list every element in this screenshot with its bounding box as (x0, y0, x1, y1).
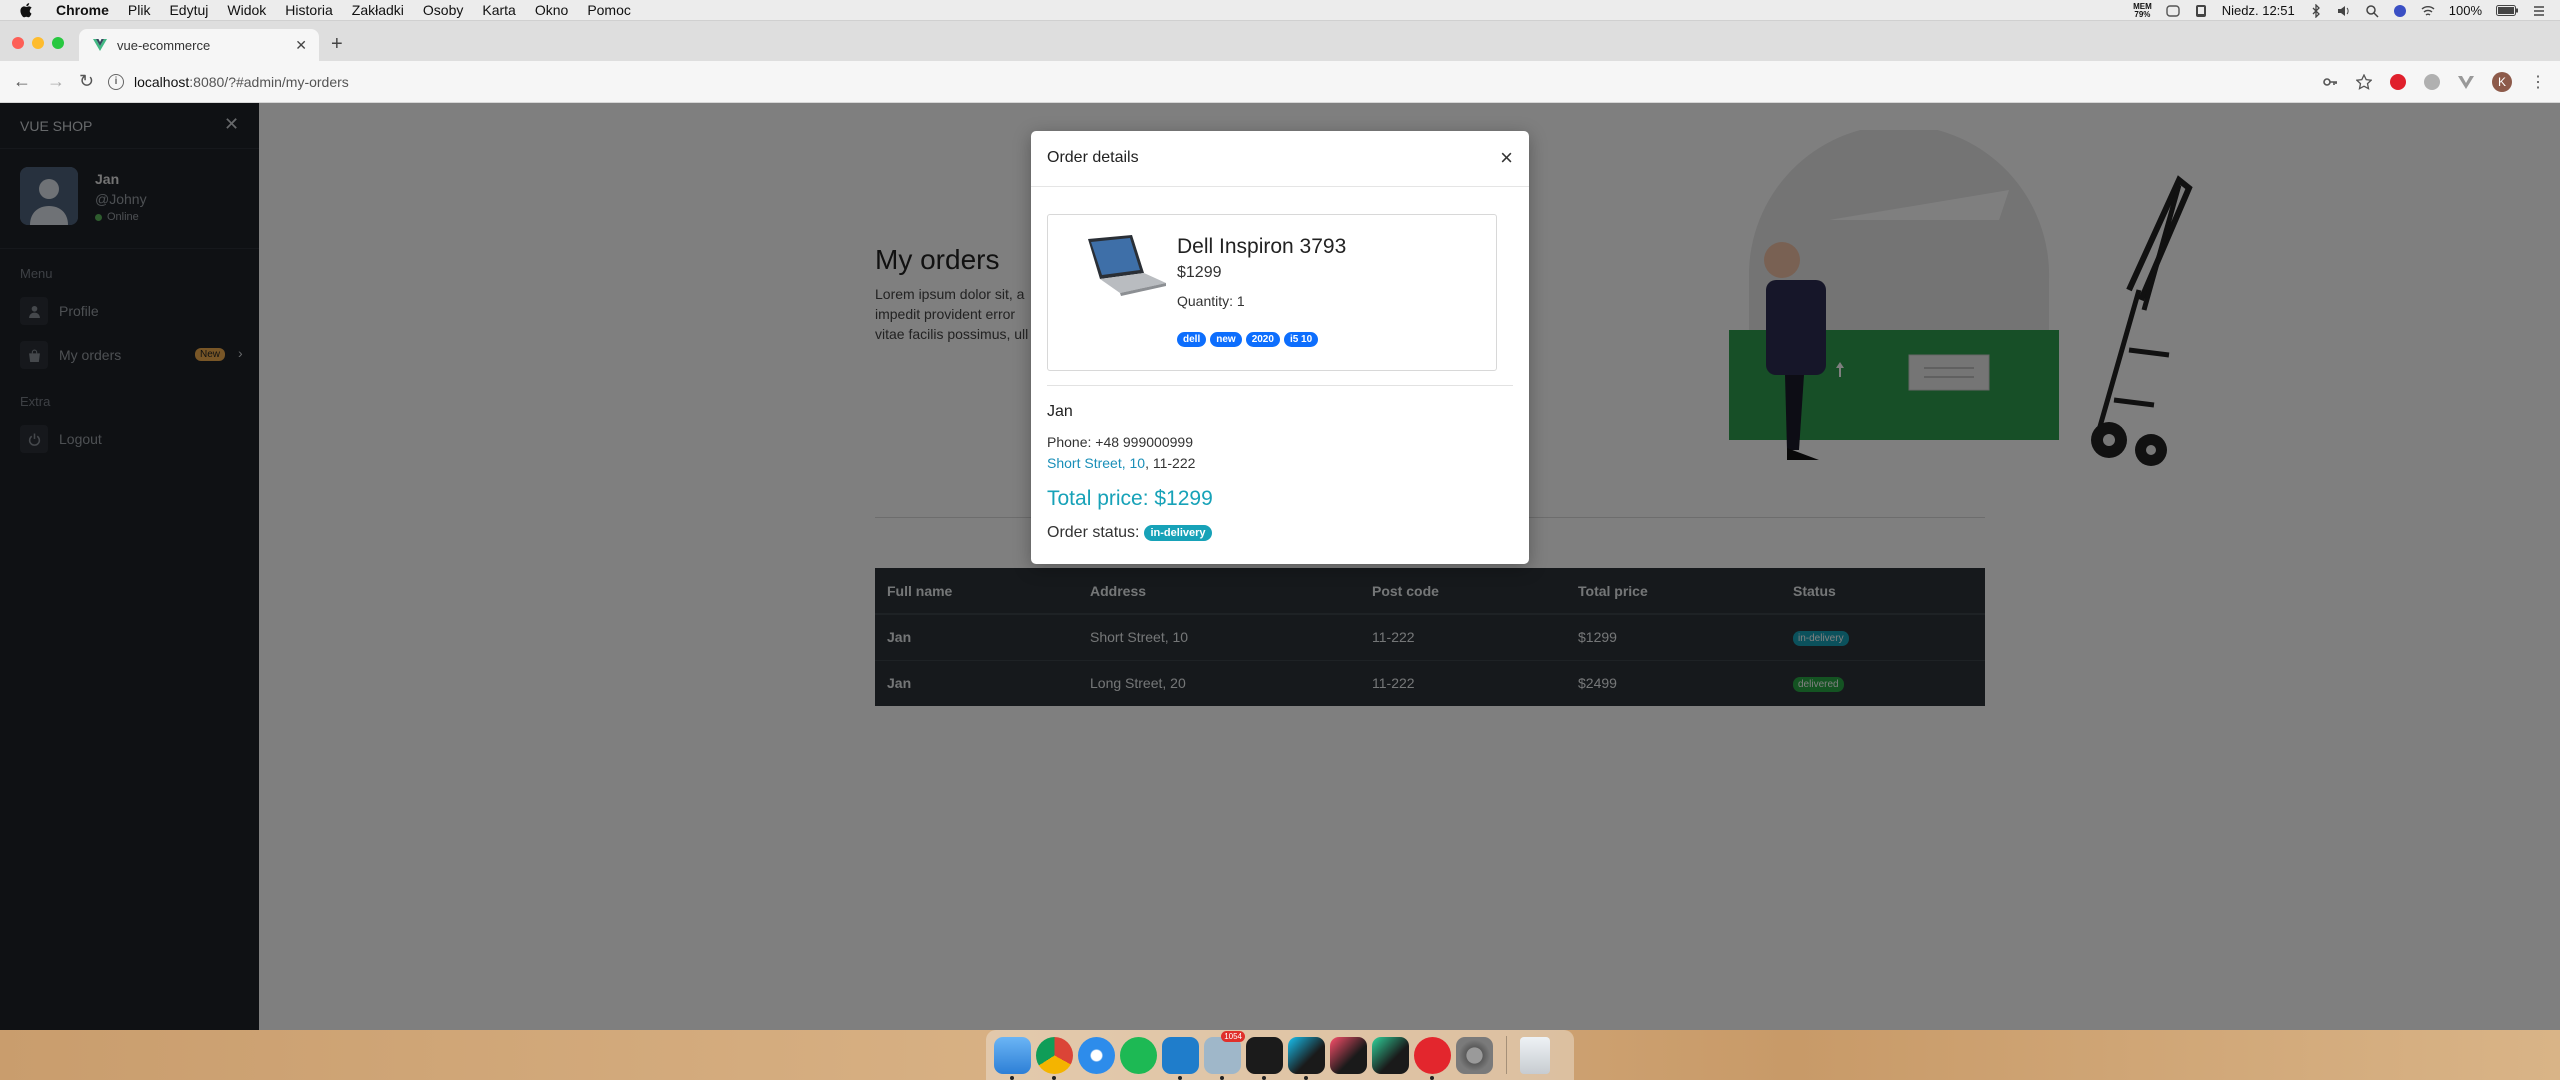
safari-icon[interactable] (1078, 1036, 1115, 1074)
product-name: Dell Inspiron 3793 (1177, 235, 1347, 258)
order-total-price: Total price: $1299 (1047, 487, 1213, 510)
extension-icon[interactable] (2424, 74, 2440, 90)
customer-name: Jan (1047, 403, 1073, 420)
webstorm-icon[interactable] (1288, 1036, 1325, 1080)
macos-dock: 1054 (986, 1030, 1574, 1080)
volume-icon[interactable] (2337, 4, 2351, 18)
vue-favicon-icon (93, 39, 107, 51)
browser-tab-bar: vue-ecommerce ✕ + (0, 21, 2560, 61)
back-button[interactable]: ← (13, 71, 31, 92)
address-bar[interactable]: i localhost :8080/?#admin/my-orders (108, 68, 2328, 96)
pdf-reader-icon[interactable] (1414, 1036, 1451, 1080)
vscode-icon[interactable] (1162, 1036, 1199, 1080)
product-quantity: Quantity: 1 (1177, 293, 1245, 309)
adblock-extension-icon[interactable] (2390, 74, 2406, 90)
memory-status[interactable]: MEM 79% (2133, 2, 2152, 19)
chrome-icon[interactable] (1036, 1036, 1073, 1080)
siri-icon[interactable] (2393, 4, 2407, 18)
site-info-icon[interactable]: i (108, 74, 124, 90)
finder-icon[interactable] (994, 1036, 1031, 1080)
menu-bookmarks[interactable]: Zakładki (352, 2, 404, 18)
url-host: localhost (134, 74, 190, 90)
running-indicator (1010, 1075, 1014, 1080)
new-tab-button[interactable]: + (331, 33, 343, 56)
product-image (1088, 235, 1166, 296)
airdrop-icon[interactable] (2166, 4, 2180, 18)
product-tag: i5 10 (1283, 332, 1319, 347)
window-close-button[interactable] (12, 37, 24, 49)
window-zoom-button[interactable] (52, 37, 64, 49)
customer-address: Short Street, 10, 11-222 (1047, 455, 1195, 471)
modal-close-button[interactable]: × (1500, 145, 1513, 171)
menu-people[interactable]: Osoby (423, 2, 463, 18)
menu-view[interactable]: Widok (227, 2, 266, 18)
window-minimize-button[interactable] (32, 37, 44, 49)
browser-toolbar: ← → ↻ i localhost :8080/?#admin/my-order… (0, 61, 2560, 103)
menu-edit[interactable]: Edytuj (169, 2, 208, 18)
menu-file[interactable]: Plik (128, 2, 151, 18)
macos-menu-bar: Chrome Plik Edytuj Widok Historia Zakład… (0, 0, 2560, 21)
preview-icon[interactable]: 1054 (1204, 1030, 1245, 1080)
battery-percent: 100% (2448, 3, 2482, 18)
mail-badge: 1054 (1221, 1030, 1245, 1042)
bookmark-star-icon[interactable] (2356, 74, 2372, 90)
bluetooth-icon[interactable] (2309, 3, 2323, 18)
menu-bar-status-area: MEM 79% Niedz. 12:51 100% (2133, 0, 2546, 21)
menu-app-name[interactable]: Chrome (56, 2, 109, 18)
trash-icon[interactable] (1520, 1036, 1550, 1074)
running-indicator (1178, 1075, 1182, 1080)
chrome-menu-icon[interactable]: ⋮ (2530, 72, 2546, 92)
order-status-label: Order status: (1047, 524, 1140, 541)
forward-button[interactable]: → (47, 71, 65, 92)
menu-tab[interactable]: Karta (482, 2, 515, 18)
order-status: Order status: in-delivery (1047, 524, 1212, 542)
terminal-icon[interactable] (1246, 1036, 1283, 1080)
tab-title: vue-ecommerce (117, 37, 211, 53)
battery-icon[interactable] (2496, 5, 2518, 16)
reload-button[interactable]: ↻ (79, 71, 94, 92)
product-price: $1299 (1177, 264, 1222, 281)
apple-logo-icon[interactable] (18, 2, 36, 18)
running-indicator (1262, 1075, 1266, 1080)
menu-window[interactable]: Okno (535, 2, 568, 18)
toolbar-actions: K ⋮ (2322, 72, 2546, 92)
running-indicator (1430, 1075, 1434, 1080)
intellij-icon[interactable] (1330, 1036, 1367, 1074)
product-tag: dell (1177, 332, 1207, 347)
page-viewport: VUE SHOP ✕ Jan @Johny Online Menu (0, 103, 2560, 1030)
tab-close-icon[interactable]: ✕ (295, 37, 307, 54)
wifi-icon[interactable] (2421, 4, 2435, 18)
system-preferences-icon[interactable] (1456, 1036, 1493, 1074)
notification-center-icon[interactable] (2532, 4, 2546, 18)
address-link[interactable]: Short Street, 10 (1047, 455, 1145, 471)
running-indicator (1052, 1075, 1056, 1080)
running-indicator (1304, 1075, 1308, 1080)
order-details-modal: Order details × Dell Inspiron 3793 $1299… (1031, 131, 1529, 564)
address-post-code: , 11-222 (1145, 455, 1196, 471)
clipboard-icon[interactable] (2194, 4, 2208, 18)
customer-phone: Phone: +48 999000999 (1047, 434, 1193, 450)
spotify-icon[interactable] (1120, 1036, 1157, 1074)
url-path: :8080/?#admin/my-orders (189, 74, 349, 90)
dock-separator (1506, 1036, 1507, 1074)
product-card: Dell Inspiron 3793 $1299 Quantity: 1 del… (1047, 214, 1497, 371)
modal-header: Order details × (1031, 131, 1529, 187)
modal-title: Order details (1047, 149, 1139, 166)
memory-value: 79% (2134, 9, 2151, 19)
modal-divider (1047, 385, 1513, 386)
product-tag: new (1210, 332, 1242, 347)
product-tag: 2020 (1245, 332, 1280, 347)
status-badge: in-delivery (1144, 525, 1212, 541)
menu-history[interactable]: Historia (285, 2, 332, 18)
clion-icon[interactable] (1372, 1036, 1409, 1074)
vue-devtools-icon[interactable] (2458, 74, 2474, 90)
menu-help[interactable]: Pomoc (587, 2, 631, 18)
search-icon[interactable] (2365, 4, 2379, 18)
product-tags: dell new 2020 i5 10 (1177, 332, 1319, 347)
password-key-icon[interactable] (2322, 74, 2338, 90)
profile-avatar[interactable]: K (2492, 72, 2512, 92)
running-indicator (1220, 1075, 1224, 1080)
browser-tab-active[interactable]: vue-ecommerce ✕ (79, 29, 319, 61)
clock[interactable]: Niedz. 12:51 (2222, 3, 2295, 18)
